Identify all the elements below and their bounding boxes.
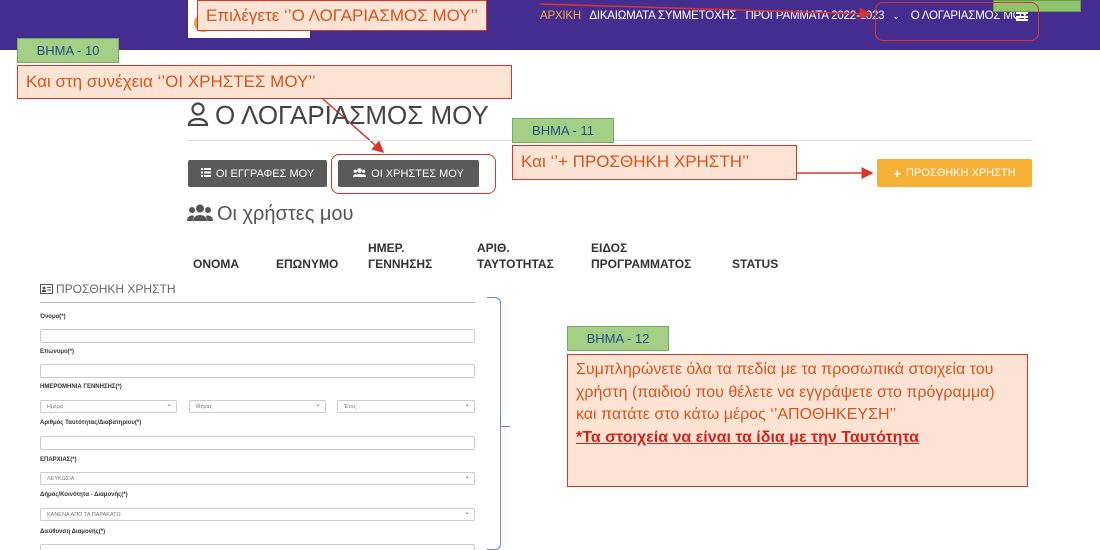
- step-12-callout: Συμπληρώνετε όλα τα πεδία με τα προσωπικ…: [567, 354, 1028, 487]
- address-input[interactable]: [40, 544, 475, 550]
- users-icon: [353, 167, 367, 180]
- district-select[interactable]: ΛΕΥΚΩΣΙΑ: [40, 472, 475, 485]
- step-12-warning: *Τα στοιχεία να είναι τα ίδια με την Ταυ…: [576, 428, 919, 446]
- highlight-my-account: [875, 2, 1039, 41]
- column-header-id: ΑΡΙΘ. ΤΑΥΤΟΤΗΤΑΣ: [477, 241, 554, 271]
- my-registrations-label: ΟΙ ΕΓΓΡΑΦΕΣ ΜΟΥ: [215, 167, 315, 180]
- section-title-text: Οι χρήστες μου: [217, 203, 354, 225]
- birthdate-label: ΗΜΕΡΟΜΗΝΙΑ ΓΕΝΝΗΣΗΣ(*): [40, 384, 122, 390]
- step-12-text: Συμπληρώνετε όλα τα πεδία με τα προσωπικ…: [576, 361, 995, 423]
- form-brace: [487, 297, 510, 550]
- list-icon: [200, 167, 211, 180]
- step-11-callout: Και ‘’+ ΠΡΟΣΘΗΚΗ ΧΡΗΣΤΗ’’: [512, 145, 797, 180]
- form-divider: [40, 302, 475, 303]
- section-title: Οι χρήστες μου: [187, 203, 354, 227]
- birth-month-select[interactable]: Μήνας: [189, 400, 326, 413]
- column-header-status: STATUS: [732, 257, 779, 271]
- step-10-label: ΒΗΜΑ - 10: [17, 38, 119, 63]
- users-group-icon: [187, 204, 213, 227]
- step-10-callout: Και στη συνέχεια ‘’ΟΙ ΧΡΗΣΤΕΣ ΜΟΥ’’: [17, 65, 512, 99]
- id-number-input[interactable]: [40, 436, 475, 450]
- column-header-birthdate: ΗΜΕΡ. ΓΕΝΝΗΣΗΣ: [368, 241, 433, 271]
- step-11-label: ΒΗΜΑ - 11: [512, 118, 614, 143]
- step-12-label: ΒΗΜΑ - 12: [567, 326, 669, 351]
- my-users-button[interactable]: ΟΙ ΧΡΗΣΤΕΣ ΜΟΥ: [338, 160, 479, 187]
- district-label: ΕΠΑΡΧΙΑΣ(*): [40, 457, 77, 463]
- municipality-select[interactable]: ΚΑΝΕΝΑ ΑΠΟ ΤΑ ΠΑΡΑΚΑΤΩ: [40, 508, 475, 521]
- arrow-step9: [539, 3, 872, 20]
- my-users-label: ΟΙ ΧΡΗΣΤΕΣ ΜΟΥ: [371, 167, 464, 180]
- municipality-label: Δήμος/Κοινότητα - Διαμονής(*): [40, 492, 128, 498]
- column-header-program-type: ΕΙΔΟΣ ΠΡΟΓΡΑΜΜΑΤΟΣ: [591, 241, 692, 271]
- user-icon: [187, 102, 209, 133]
- add-user-form-title-text: ΠΡΟΣΘΗΚΗ ΧΡΗΣΤΗ: [56, 282, 176, 296]
- add-user-button[interactable]: + ΠΡΟΣΘΗΚΗ ΧΡΗΣΤΗ: [877, 159, 1032, 187]
- step-9-callout: Επιλέγετε ‘’Ο ΛΟΓΑΡΙΑΣΜΟΣ ΜΟΥ’’: [197, 0, 487, 31]
- birth-day-select[interactable]: Ημέρα: [40, 400, 177, 413]
- first-name-label: Όνομα(*): [40, 314, 66, 320]
- plus-icon: +: [893, 165, 902, 181]
- column-header-name: ΟΝΟΜΑ: [193, 257, 239, 271]
- add-user-form-title: ΠΡΟΣΘΗΚΗ ΧΡΗΣΤΗ: [40, 282, 176, 297]
- id-number-label: Αριθμός Ταυτότητας/Διαβατηρίου(*): [40, 420, 142, 426]
- first-name-input[interactable]: [40, 329, 475, 343]
- id-card-icon: [40, 283, 53, 297]
- column-header-surname: ΕΠΩΝΥΜΟ: [276, 257, 339, 271]
- address-label: Διεύθυνση Διαμονής(*): [40, 529, 106, 535]
- page-title-text: Ο ΛΟΓΑΡΙΑΣΜΟΣ ΜΟΥ: [215, 100, 489, 130]
- last-name-label: Επώνυμο(*): [40, 349, 74, 355]
- page-title: Ο ΛΟΓΑΡΙΑΣΜΟΣ ΜΟΥ: [187, 100, 489, 133]
- last-name-input[interactable]: [40, 364, 475, 378]
- birth-year-select[interactable]: Έτος: [337, 400, 475, 413]
- my-registrations-button[interactable]: ΟΙ ΕΓΓΡΑΦΕΣ ΜΟΥ: [188, 160, 327, 187]
- add-user-label: ΠΡΟΣΘΗΚΗ ΧΡΗΣΤΗ: [906, 167, 1016, 179]
